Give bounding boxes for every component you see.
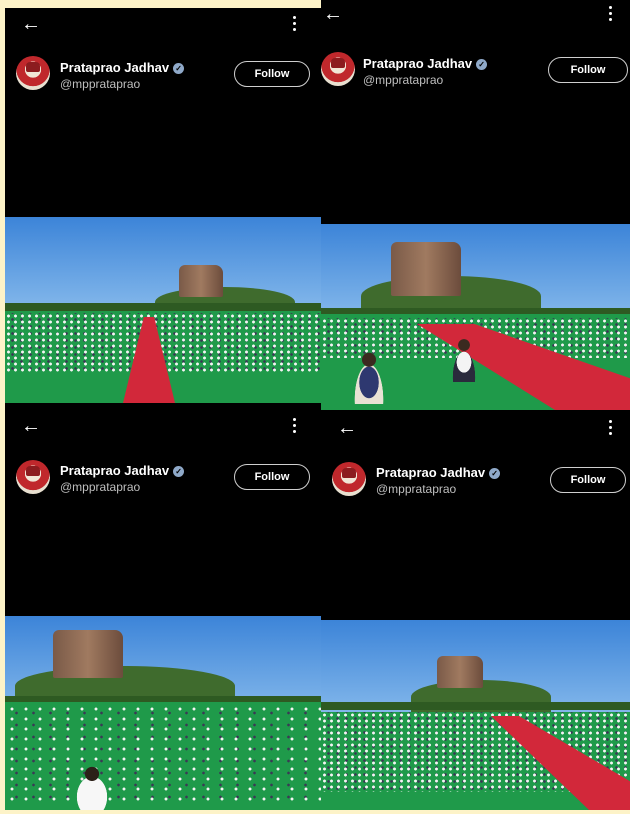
more-vertical-icon[interactable]: [293, 418, 297, 436]
post-viewer-panel-2: ← Prataprao Jadhav ✓ @mpprataprao Follow: [321, 0, 630, 410]
profile-name[interactable]: Prataprao Jadhav ✓: [60, 463, 185, 478]
profile-handle[interactable]: @mpprataprao: [363, 73, 443, 87]
follow-button[interactable]: Follow: [550, 467, 626, 493]
avatar[interactable]: [16, 56, 50, 90]
post-viewer-panel-1: ← Prataprao Jadhav ✓ @mpprataprao Follow: [5, 8, 321, 404]
post-photo[interactable]: [5, 217, 321, 403]
follow-button[interactable]: Follow: [234, 61, 310, 87]
post-photo[interactable]: [5, 616, 321, 810]
verified-badge-icon: ✓: [173, 63, 185, 74]
verified-badge-icon: ✓: [173, 466, 185, 477]
post-viewer-panel-4: ← Prataprao Jadhav ✓ @mpprataprao Follow: [321, 410, 630, 810]
more-vertical-icon[interactable]: [609, 420, 613, 438]
more-vertical-icon[interactable]: [293, 16, 297, 34]
post-viewer-panel-3: ← Prataprao Jadhav ✓ @mpprataprao Follow: [5, 404, 321, 810]
more-vertical-icon[interactable]: [609, 6, 613, 24]
profile-handle[interactable]: @mpprataprao: [60, 77, 140, 91]
post-photo[interactable]: [321, 224, 630, 410]
verified-badge-icon: ✓: [476, 59, 488, 70]
back-arrow-icon[interactable]: ←: [323, 4, 343, 24]
back-arrow-icon[interactable]: ←: [337, 418, 357, 438]
profile-name[interactable]: Prataprao Jadhav ✓: [376, 465, 501, 480]
profile-handle[interactable]: @mpprataprao: [60, 480, 140, 494]
profile-name[interactable]: Prataprao Jadhav ✓: [60, 60, 185, 75]
avatar[interactable]: [332, 462, 366, 496]
profile-handle[interactable]: @mpprataprao: [376, 482, 456, 496]
profile-name[interactable]: Prataprao Jadhav ✓: [363, 56, 488, 71]
follow-button[interactable]: Follow: [234, 464, 310, 490]
avatar[interactable]: [321, 52, 355, 86]
follow-button[interactable]: Follow: [548, 57, 628, 83]
post-photo[interactable]: [321, 620, 630, 810]
verified-badge-icon: ✓: [489, 468, 501, 479]
back-arrow-icon[interactable]: ←: [21, 416, 41, 436]
avatar[interactable]: [16, 460, 50, 494]
back-arrow-icon[interactable]: ←: [21, 14, 41, 34]
